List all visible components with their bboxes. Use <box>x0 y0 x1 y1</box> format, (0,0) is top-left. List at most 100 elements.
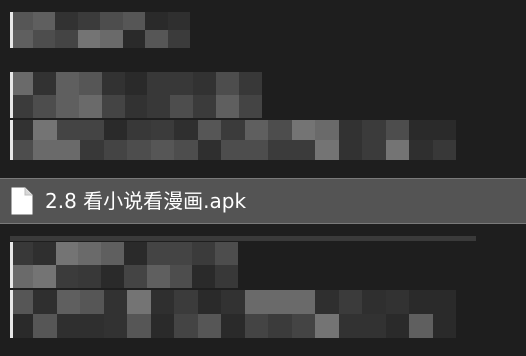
redaction-tile <box>32 95 56 118</box>
redaction-tile <box>10 95 33 118</box>
redaction-tile <box>432 140 456 160</box>
redaction-tile <box>103 140 128 160</box>
redaction-tile <box>362 290 386 314</box>
redaction-tile <box>78 72 102 95</box>
redaction-tile <box>215 242 238 265</box>
redaction-tile <box>409 140 433 160</box>
redaction-tile <box>432 314 456 338</box>
redaction-tile <box>291 120 316 140</box>
redaction-tile <box>174 120 198 140</box>
redaction-tile <box>169 242 193 265</box>
redaction-tile <box>150 140 175 160</box>
redaction-tile <box>409 290 433 314</box>
redaction-tile <box>385 140 410 160</box>
redaction-tile <box>10 72 33 95</box>
redaction-tile <box>32 30 55 48</box>
redaction-tile <box>197 290 222 314</box>
redaction-tile <box>55 72 79 95</box>
redaction-tile <box>80 140 104 160</box>
redaction-tile <box>10 314 34 338</box>
redaction-tile <box>32 242 56 265</box>
redaction-tile <box>32 72 56 95</box>
redaction-tile <box>221 140 245 160</box>
redaction-tile <box>32 12 55 30</box>
redaction-tile <box>78 265 102 288</box>
redaction-tile <box>268 120 292 140</box>
redaction-tile <box>193 95 217 118</box>
redaction-tile <box>432 290 456 314</box>
redaction-tile <box>167 30 190 48</box>
redaction-tile <box>221 290 245 314</box>
redaction-tile <box>10 12 33 30</box>
redaction-tile <box>216 72 240 95</box>
redaction-tile <box>385 290 410 314</box>
redaction-tile <box>33 290 57 314</box>
redaction-tile <box>193 72 217 95</box>
redaction-tile <box>239 95 262 118</box>
redaction-tile <box>315 290 339 314</box>
redaction-tile <box>145 30 168 48</box>
redaction-tile <box>55 242 79 265</box>
file-icon <box>11 187 33 215</box>
selected-file-row[interactable]: 2.8 看小说看漫画.apk <box>0 178 526 224</box>
redaction-tile <box>338 120 363 140</box>
redaction-tile <box>78 242 102 265</box>
redaction-tile <box>291 140 316 160</box>
redaction-tile <box>239 72 262 95</box>
redaction-tile <box>432 120 456 140</box>
redaction-tile <box>385 314 410 338</box>
redaction-tile <box>10 290 34 314</box>
blurred-list-item[interactable] <box>10 290 456 338</box>
redaction-tile <box>10 242 33 265</box>
redaction-tile <box>174 140 198 160</box>
redaction-tile <box>244 314 269 338</box>
redaction-tile <box>268 140 292 160</box>
redaction-tile <box>197 140 222 160</box>
row-edge-marker <box>10 12 13 48</box>
redaction-tile <box>215 265 238 288</box>
redaction-tile <box>315 314 339 338</box>
redaction-tile <box>56 120 81 140</box>
redaction-tile <box>197 120 222 140</box>
redaction-tile <box>244 120 269 140</box>
redaction-tile <box>268 290 292 314</box>
redaction-tile <box>145 12 168 30</box>
redaction-tile <box>362 314 386 338</box>
redaction-tile <box>192 242 216 265</box>
redaction-tile <box>197 314 222 338</box>
redaction-tile <box>122 12 145 30</box>
redaction-tile <box>101 95 125 118</box>
redaction-tile <box>338 314 363 338</box>
blurred-list-item[interactable] <box>10 72 262 118</box>
redaction-tile <box>192 265 216 288</box>
redaction-tile <box>315 120 339 140</box>
redaction-tile <box>268 314 292 338</box>
redaction-tile <box>170 72 194 95</box>
redaction-tile <box>101 265 124 288</box>
redaction-tile <box>169 265 193 288</box>
redaction-tile <box>146 242 170 265</box>
redaction-tile <box>55 30 78 48</box>
blurred-list-item[interactable] <box>10 120 456 160</box>
redaction-tile <box>101 242 124 265</box>
redaction-tile <box>123 265 147 288</box>
redaction-tile <box>124 95 148 118</box>
redaction-tile <box>291 314 316 338</box>
redaction-tile <box>122 30 145 48</box>
redaction-tile <box>100 30 123 48</box>
blurred-list-item[interactable] <box>10 242 238 288</box>
redaction-tile <box>78 95 102 118</box>
redaction-tile <box>127 140 151 160</box>
blurred-list-item[interactable] <box>10 12 190 48</box>
redaction-tile <box>315 140 339 160</box>
redaction-tile <box>80 120 104 140</box>
row-edge-marker <box>10 72 13 118</box>
redaction-tile <box>101 72 125 95</box>
redaction-tile <box>32 265 56 288</box>
redaction-tile <box>103 120 128 140</box>
redaction-tile <box>103 290 128 314</box>
redaction-tile <box>150 120 175 140</box>
redaction-tile <box>10 120 34 140</box>
redaction-tile <box>216 95 240 118</box>
file-name-label: 2.8 看小说看漫画.apk <box>45 189 247 213</box>
